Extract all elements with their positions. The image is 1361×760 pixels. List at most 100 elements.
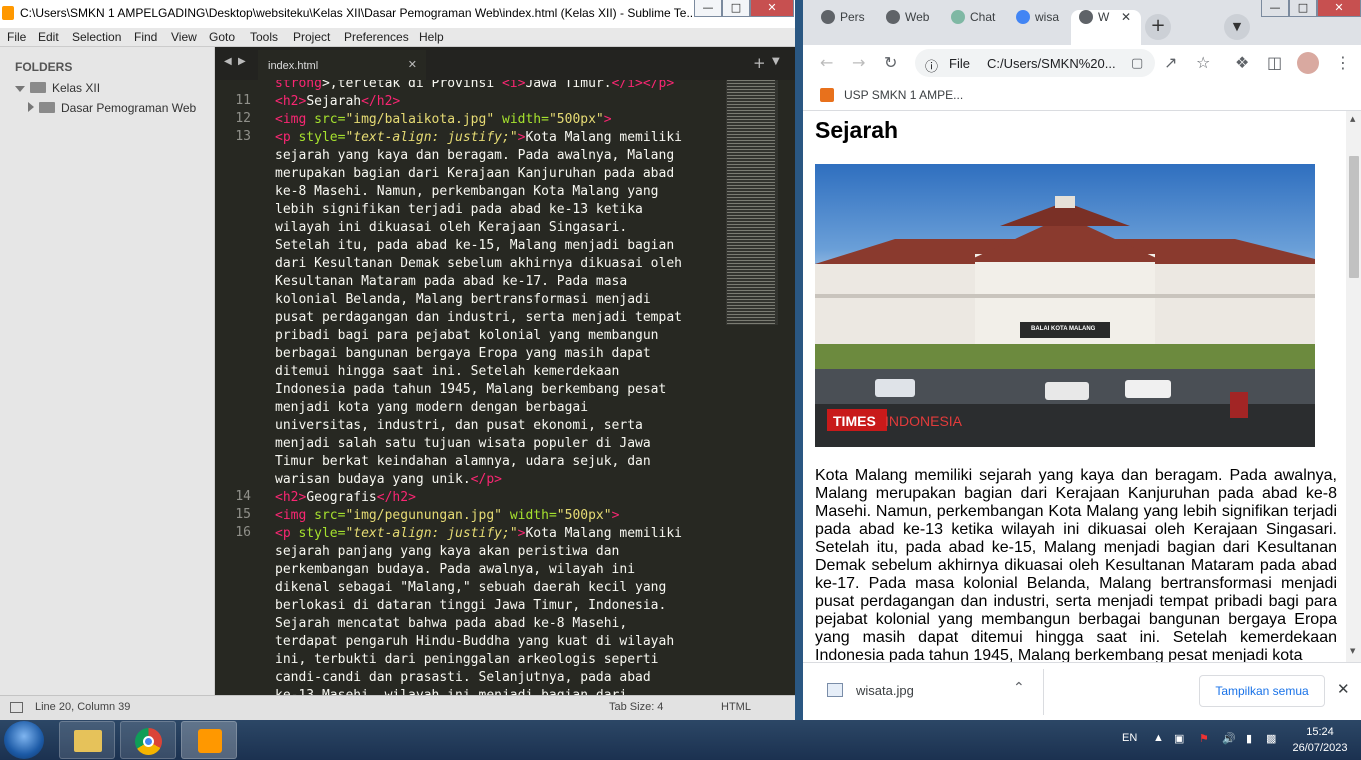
tab-chat[interactable]: Chat bbox=[943, 10, 1005, 45]
tab-close-icon[interactable]: ✕ bbox=[408, 58, 417, 71]
chat-icon bbox=[951, 10, 965, 24]
menu-project[interactable]: Project bbox=[293, 30, 330, 44]
volume-icon[interactable]: 🔊 bbox=[1222, 732, 1236, 745]
chrome-minimize-button[interactable]: — bbox=[1261, 0, 1289, 17]
maximize-button[interactable]: □ bbox=[722, 0, 750, 17]
code-line: candi-candi dan prasasti. Selanjutnya, p… bbox=[275, 670, 651, 685]
menu-kebab-icon[interactable]: ⋮ bbox=[1335, 53, 1351, 72]
chrome-maximize-button[interactable]: □ bbox=[1289, 0, 1317, 17]
url-text: C:/Users/SMKN%20... bbox=[987, 56, 1116, 71]
start-button[interactable] bbox=[4, 721, 44, 759]
code-line: perkembangan budaya. Pada awalnya, wilay… bbox=[275, 562, 636, 577]
close-download-bar-icon[interactable]: ✕ bbox=[1337, 680, 1350, 698]
page-heading: Sejarah bbox=[815, 117, 899, 143]
share-icon[interactable]: ↗ bbox=[1164, 53, 1177, 72]
code-line: <img src="img/balaikota.jpg" width="500p… bbox=[275, 112, 612, 127]
forward-arrow-icon[interactable]: → bbox=[852, 53, 865, 72]
code-line: strong>,terletak di Provinsi <i>Jawa Tim… bbox=[275, 80, 675, 91]
menu-goto[interactable]: Goto bbox=[209, 30, 235, 44]
folder-icon bbox=[39, 102, 55, 113]
code-line: kolonial Belanda, Malang bertransformasi… bbox=[275, 292, 651, 307]
download-chevron-up-icon[interactable]: ⌃ bbox=[1013, 680, 1025, 696]
code-line: universitas, industri, dan pusat ekonomi… bbox=[275, 418, 643, 433]
action-center-icon[interactable]: ⚑ bbox=[1199, 732, 1209, 745]
collapse-arrow-icon[interactable] bbox=[28, 102, 34, 112]
bookmark-usp-smkn[interactable]: USP SMKN 1 AMPE... bbox=[820, 88, 963, 102]
code-line: <p style="text-align: justify;">Kota Mal… bbox=[275, 130, 683, 145]
scroll-up-icon[interactable]: ▲ bbox=[1350, 115, 1355, 123]
photo-watermark-times: TIMES bbox=[833, 413, 876, 429]
photo-sign-text: BALAI KOTA MALANG bbox=[1031, 326, 1096, 332]
chrome-taskbar-icon[interactable] bbox=[120, 721, 176, 759]
expand-arrow-icon[interactable] bbox=[15, 86, 25, 92]
download-filename[interactable]: wisata.jpg bbox=[856, 683, 914, 698]
minimize-button[interactable]: — bbox=[694, 0, 722, 17]
taskbar-clock[interactable]: 15:24 26/07/2023 bbox=[1290, 724, 1350, 756]
scrollbar-thumb[interactable] bbox=[1349, 156, 1359, 278]
info-icon[interactable]: ⓘ bbox=[925, 56, 938, 75]
line-number: 16 bbox=[235, 525, 251, 540]
menu-tools[interactable]: Tools bbox=[250, 30, 278, 44]
chrome-close-button[interactable]: ✕ bbox=[1317, 0, 1361, 17]
code-line: pusat perdagangan dan industri, serta me… bbox=[275, 310, 682, 325]
status-bar: Line 20, Column 39 Tab Size: 4 HTML bbox=[0, 695, 795, 720]
menu-preferences[interactable]: Preferences bbox=[344, 30, 409, 44]
menu-find[interactable]: Find bbox=[134, 30, 157, 44]
status-tab-size[interactable]: Tab Size: 4 bbox=[609, 701, 663, 713]
new-tab-button[interactable]: + bbox=[1145, 14, 1171, 40]
menu-view[interactable]: View bbox=[171, 30, 197, 44]
reload-icon[interactable]: ↻ bbox=[884, 53, 897, 72]
network-icon[interactable]: ▣ bbox=[1174, 732, 1184, 745]
code-line: merupakan bagian dari Kerajaan Kanjuruha… bbox=[275, 166, 675, 181]
menu-bar: File Edit Selection Find View Goto Tools… bbox=[0, 28, 795, 47]
battery-icon[interactable]: ▮ bbox=[1246, 732, 1252, 745]
close-button[interactable]: ✕ bbox=[750, 0, 794, 17]
menu-file[interactable]: File bbox=[7, 30, 26, 44]
tray-expand-icon[interactable]: ▲ bbox=[1153, 732, 1164, 744]
download-divider bbox=[1043, 669, 1044, 715]
show-all-downloads-button[interactable]: Tampilkan semua bbox=[1199, 675, 1325, 707]
language-indicator[interactable]: EN bbox=[1122, 732, 1137, 744]
code-line: terdapat pengaruh Hindu-Buddha yang kuat… bbox=[275, 634, 675, 649]
new-tab-plus-icon[interactable]: + bbox=[753, 54, 766, 72]
profile-avatar[interactable] bbox=[1297, 52, 1319, 74]
line-number: 14 bbox=[235, 489, 251, 504]
translate-icon[interactable]: ▢ bbox=[1131, 56, 1143, 71]
menu-edit[interactable]: Edit bbox=[38, 30, 59, 44]
back-arrow-icon[interactable]: ← bbox=[820, 53, 833, 72]
page-scrollbar[interactable]: ▲ ▼ bbox=[1346, 111, 1361, 662]
sublime-titlebar: C:\Users\SMKN 1 AMPELGADING\Desktop\webs… bbox=[0, 0, 795, 28]
tab-wisa[interactable]: wisa bbox=[1008, 10, 1070, 45]
code-line: <img src="img/pegunungan.jpg" width="500… bbox=[275, 508, 620, 523]
sidebar-toggle-icon[interactable] bbox=[10, 702, 23, 713]
code-editor[interactable]: strong>,terletak di Provinsi <i>Jawa Tim… bbox=[275, 80, 725, 695]
tab-close-icon[interactable]: ✕ bbox=[1121, 10, 1131, 24]
chrome-window: Pers Web Chat wisa W ✕ + ▼ — □ ✕ ← → ↻ ⓘ … bbox=[803, 0, 1361, 720]
tab-active[interactable]: W ✕ bbox=[1071, 10, 1141, 45]
tab-search-chevron-icon[interactable]: ▼ bbox=[1224, 14, 1250, 40]
file-explorer-taskbar-icon[interactable] bbox=[59, 721, 115, 759]
menu-help[interactable]: Help bbox=[419, 30, 444, 44]
side-panel-icon[interactable]: ◫ bbox=[1267, 53, 1282, 72]
minimap[interactable] bbox=[727, 80, 775, 325]
bookmark-star-icon[interactable]: ☆ bbox=[1196, 53, 1210, 72]
globe-icon bbox=[886, 10, 900, 24]
status-syntax[interactable]: HTML bbox=[721, 701, 751, 713]
scroll-down-icon[interactable]: ▼ bbox=[1350, 647, 1355, 655]
tab-pers[interactable]: Pers bbox=[813, 10, 875, 45]
code-line: <p style="text-align: justify;">Kota Mal… bbox=[275, 526, 683, 541]
code-line: wilayah ini dikuasai oleh Kerajaan Singa… bbox=[275, 220, 628, 235]
menu-selection[interactable]: Selection bbox=[72, 30, 121, 44]
balaikota-photo: BALAI KOTA MALANG TIMES INDONESIA bbox=[815, 164, 1315, 447]
tab-list-dropdown-icon[interactable]: ▼ bbox=[772, 56, 780, 67]
folder-dasar-pemograman-web[interactable]: Dasar Pemograman Web bbox=[28, 101, 196, 115]
tab-prev-arrow-icon[interactable]: ◀ bbox=[224, 56, 232, 67]
tab-web[interactable]: Web bbox=[878, 10, 940, 45]
extensions-icon[interactable]: ❖ bbox=[1235, 53, 1249, 72]
sublime-taskbar-icon[interactable] bbox=[181, 721, 237, 759]
address-bar[interactable]: ⓘ File C:/Users/SMKN%20... bbox=[915, 49, 1155, 77]
display-icon[interactable]: ▩ bbox=[1266, 732, 1276, 745]
tab-index-html[interactable]: index.html ✕ bbox=[258, 50, 426, 80]
folder-kelas-xii[interactable]: Kelas XII bbox=[15, 81, 100, 95]
tab-next-arrow-icon[interactable]: ▶ bbox=[238, 56, 246, 67]
